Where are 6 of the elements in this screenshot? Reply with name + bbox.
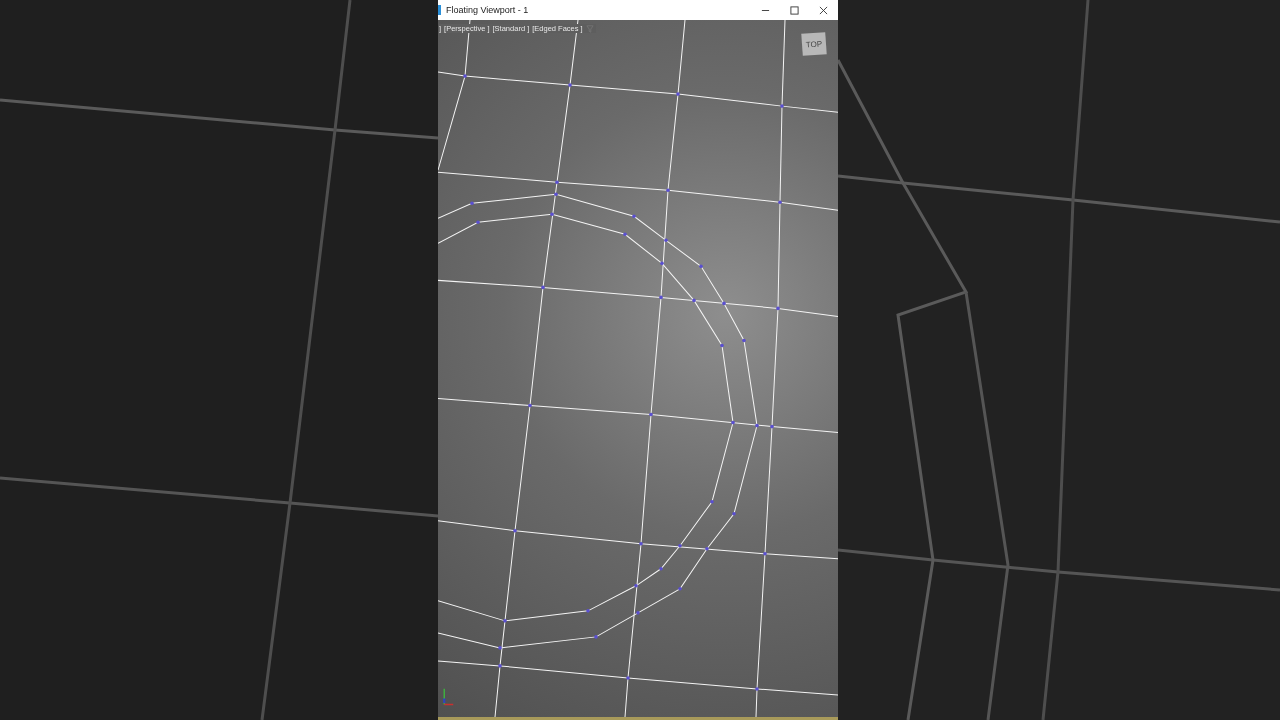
maximize-icon[interactable] (790, 5, 799, 15)
axis-gizmo-icon (442, 687, 454, 707)
close-icon[interactable] (819, 5, 828, 15)
app-icon (438, 5, 441, 15)
window-title: Floating Viewport - 1 (446, 5, 529, 15)
viewcube[interactable]: TOP (801, 32, 827, 56)
